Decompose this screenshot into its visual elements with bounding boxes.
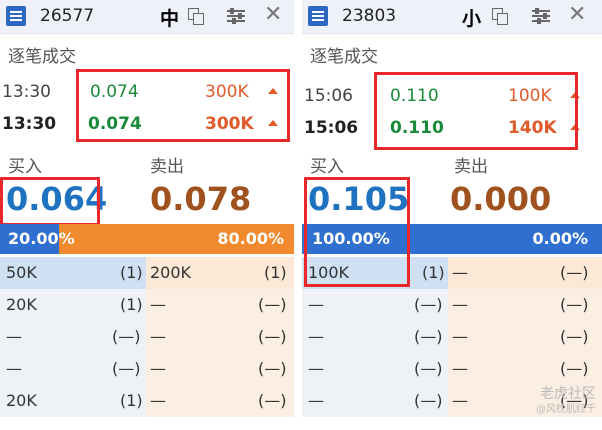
bid-volume: — [6,327,22,346]
panel-header: 23803 小 ✕ [302,0,602,34]
ask-count: (—) [560,327,589,346]
watermark-line2: @风枕肌红千 [536,404,596,415]
bid-count: (—) [414,327,443,346]
ask-volume: — [452,295,468,314]
watermark: 老虎社区 @风枕肌红千 [536,386,596,418]
highlight-box-trades [374,72,578,150]
ask-volume: — [150,295,166,314]
highlight-box-bid [0,177,100,226]
ask-count: (—) [258,359,287,378]
order-book-row: — (—) — (—) [0,321,294,353]
ask-count: (—) [560,359,589,378]
ask-volume: — [150,359,166,378]
order-book-row: — (—) — (—) [302,289,602,321]
ask-count: (—) [560,295,589,314]
sell-percent: 0.00% [532,229,588,248]
bid-volume: 50K [6,263,37,282]
ask-volume: — [452,327,468,346]
trade-time: 15:06 [304,86,353,106]
bid-count: (—) [112,359,141,378]
bid-count: (—) [414,391,443,410]
bid-count: (1) [120,295,143,314]
order-panel-26577: 26577 中 ✕ 逐笔成交 13:30 0.074 300K 13:30 0.… [0,0,294,430]
trade-list-title: 逐笔成交 [8,47,76,67]
bid-count: (—) [414,359,443,378]
ask-count: (—) [560,263,589,282]
ask-volume: — [452,359,468,378]
order-book-row: 50K (1) 200K (1) [0,257,294,289]
settings-sliders-icon[interactable] [532,8,550,24]
order-book-row: — (—) — (—) [302,321,602,353]
bid-count: (1) [120,391,143,410]
copy-icon[interactable] [188,8,204,25]
bid-count: (1) [120,263,143,282]
ratio-bar: 20.00% 80.00% [0,224,294,254]
bid-volume: — [6,359,22,378]
order-book-row: — (—) — (—) [302,353,602,385]
order-book-row: — (—) — (—) [0,353,294,385]
ask-count: (1) [264,263,287,282]
ask-count: (—) [258,391,287,410]
bid-volume: — [308,295,324,314]
size-badge: 中 [160,8,180,30]
order-panel-23803: 23803 小 ✕ 逐笔成交 15:06 0.110 100K 15:06 0.… [302,0,602,430]
sell-label: 卖出 [454,157,488,177]
highlight-box-trades [76,69,290,142]
bid-volume: 20K [6,295,37,314]
ask-volume: — [452,263,468,282]
ask-volume: — [452,391,468,410]
trade-time: 13:30 [2,114,57,134]
bid-volume: — [308,391,324,410]
best-ask-price: 0.000 [450,180,552,218]
ask-count: (—) [258,327,287,346]
buy-percent: 20.00% [8,229,75,248]
watermark-line1: 老虎社区 [540,386,596,402]
order-book-row: 20K (1) — (—) [0,385,294,417]
bid-count: (—) [112,327,141,346]
settings-sliders-icon[interactable] [227,8,245,24]
size-badge: 小 [462,8,482,30]
bid-volume: — [308,327,324,346]
ask-volume: — [150,391,166,410]
bid-count: (1) [422,263,445,282]
close-icon[interactable]: ✕ [568,2,586,28]
menu-icon[interactable] [6,6,26,26]
ask-volume: — [150,327,166,346]
highlight-box-bid [304,177,410,287]
stock-code: 26577 [40,6,95,26]
trade-list-title: 逐笔成交 [310,47,378,67]
sell-percent: 80.00% [217,229,284,248]
bid-volume: 20K [6,391,37,410]
ask-volume: 200K [150,263,192,282]
trade-time: 15:06 [304,118,359,138]
best-ask-price: 0.078 [150,180,252,218]
order-book-row: 20K (1) — (—) [0,289,294,321]
close-icon[interactable]: ✕ [264,2,282,28]
buy-label: 买入 [310,157,344,177]
buy-label: 买入 [8,157,42,177]
bid-count: (—) [414,295,443,314]
panel-header: 26577 中 ✕ [0,0,294,34]
stock-code: 23803 [342,6,397,26]
ask-count: (—) [258,295,287,314]
bid-volume: — [308,359,324,378]
menu-icon[interactable] [308,6,328,26]
sell-label: 卖出 [150,157,184,177]
trade-time: 13:30 [2,82,51,102]
copy-icon[interactable] [492,8,508,25]
